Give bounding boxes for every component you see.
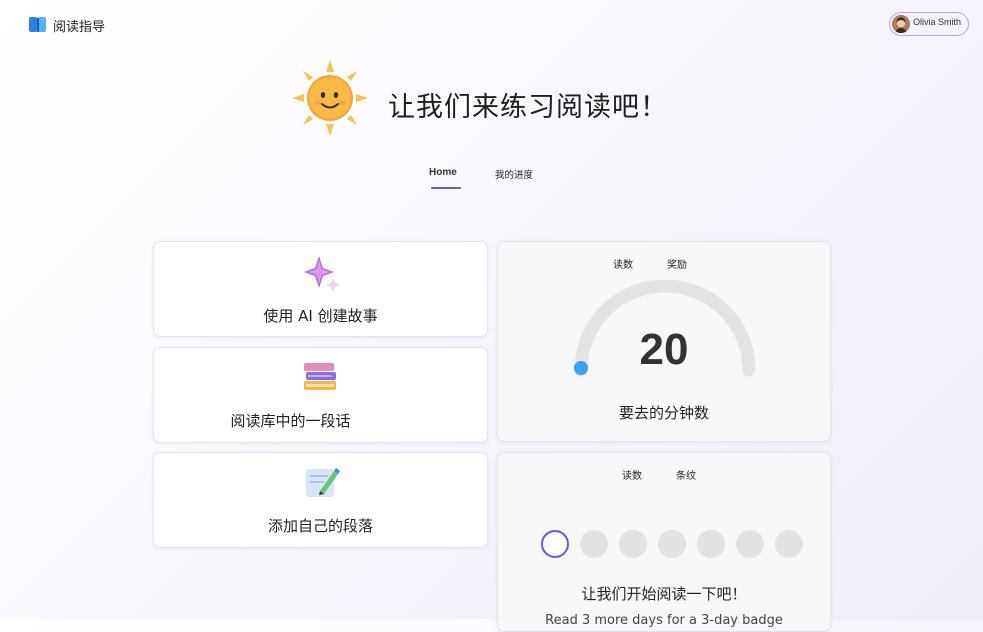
card-label: 添加自己的段落 bbox=[267, 517, 373, 535]
app-title: 阅读指导 bbox=[53, 20, 106, 35]
streak-day-2 bbox=[580, 530, 608, 558]
books-icon bbox=[304, 363, 336, 390]
minutes-to-go-label: 要去的分钟数 bbox=[618, 404, 709, 422]
streak-day-5 bbox=[697, 530, 725, 558]
active-tab-indicator bbox=[431, 187, 461, 189]
reading-goal-card: 读数 奖励 20 要去的分钟数 bbox=[497, 241, 831, 442]
segment-reads[interactable]: 读数 bbox=[613, 256, 633, 271]
streak-subtext: Read 3 more days for a 3-day badge bbox=[545, 613, 783, 628]
streak-day-7 bbox=[775, 530, 803, 558]
sparkle-icon bbox=[304, 256, 340, 292]
avatar bbox=[892, 15, 910, 33]
add-own-passage-card[interactable]: 添加自己的段落 bbox=[153, 452, 488, 548]
pencil-paper-icon bbox=[306, 468, 340, 497]
tab-home[interactable]: Home bbox=[429, 167, 457, 178]
book-logo-icon bbox=[29, 17, 46, 32]
segment-streak[interactable]: 条纹 bbox=[676, 467, 696, 482]
card-label: 使用 AI 创建故事 bbox=[263, 307, 378, 325]
segment-rewards[interactable]: 奖励 bbox=[667, 256, 687, 271]
page-title: 让我们来练习阅读吧！ bbox=[388, 92, 668, 123]
user-name: Olivia Smith bbox=[913, 17, 962, 27]
sun-mascot-icon bbox=[292, 60, 368, 136]
streak-day-1 bbox=[541, 530, 569, 558]
streak-day-4 bbox=[658, 530, 686, 558]
user-profile-button[interactable]: Olivia Smith bbox=[889, 12, 969, 36]
create-story-ai-card[interactable]: 使用 AI 创建故事 bbox=[153, 241, 488, 337]
tab-my-progress[interactable]: 我的进度 bbox=[495, 167, 533, 181]
library-passage-card[interactable]: 阅读库中的一段话 bbox=[153, 347, 488, 443]
reading-streak-card: 读数 条纹 让我们开始阅读一下吧！ Read 3 more days for a… bbox=[497, 452, 831, 632]
minutes-to-go-value: 20 bbox=[639, 325, 689, 374]
segment-reads[interactable]: 读数 bbox=[622, 467, 642, 482]
top-bar: 阅读指导 Olivia Smith bbox=[0, 0, 983, 50]
streak-day-6 bbox=[736, 530, 764, 558]
streak-day-3 bbox=[619, 530, 647, 558]
streak-message: 让我们开始阅读一下吧！ bbox=[581, 585, 747, 603]
card-label: 阅读库中的一段话 bbox=[230, 412, 351, 430]
